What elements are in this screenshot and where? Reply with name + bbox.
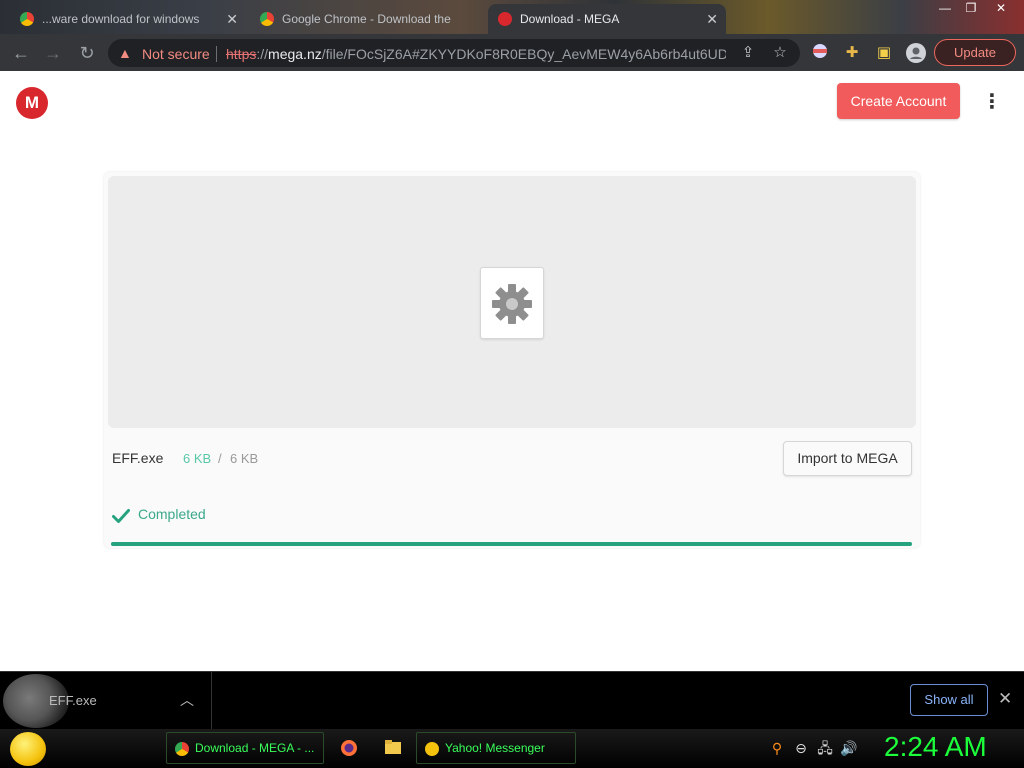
update-button[interactable]: Update (934, 39, 1016, 66)
gear-icon (492, 284, 532, 324)
warning-icon[interactable]: ▲ (118, 45, 132, 61)
downloaded-size: 6 KB (183, 451, 212, 466)
system-clock[interactable]: 2:24 AM (884, 731, 987, 763)
download-progress-bar (111, 542, 912, 546)
google-icon (20, 12, 34, 26)
total-size: 6 KB (230, 451, 259, 466)
file-preview-area (108, 176, 916, 428)
volume-icon[interactable]: 🔊 (840, 739, 858, 757)
tab-google-chrome[interactable]: Google Chrome - Download the (250, 4, 482, 34)
tab-title: Download - MEGA (520, 12, 620, 26)
url-text[interactable]: https://mega.nz/file/FOcSjZ6A#ZKYYDKoF8R… (226, 46, 726, 62)
url-host: mega.nz (268, 46, 322, 62)
chrome-icon (260, 12, 274, 26)
start-button-emoji-icon[interactable] (10, 732, 46, 766)
mega-logo[interactable]: M (16, 87, 48, 119)
maximize-icon[interactable]: ❐ (958, 0, 984, 16)
omnibox-divider (216, 46, 217, 62)
tab-title: ...ware download for windows (42, 12, 200, 26)
folder-icon[interactable] (384, 739, 402, 757)
taskbar-item-yahoo-messenger[interactable]: Yahoo! Messenger (416, 732, 576, 764)
profile-avatar-icon[interactable] (906, 43, 926, 63)
taskbar-item-label: Yahoo! Messenger (445, 741, 545, 755)
create-account-button[interactable]: Create Account (837, 83, 960, 119)
taskbar-item-label: Download - MEGA - ... (195, 741, 315, 755)
mega-favicon-icon (498, 12, 512, 26)
download-item-name: EFF.exe (49, 693, 97, 708)
minimize-icon[interactable]: — (932, 0, 958, 16)
close-tab-icon[interactable]: ✕ (706, 11, 718, 28)
download-shelf: EFF.exe ︿ Show all ✕ (0, 671, 1024, 730)
close-shelf-icon[interactable]: ✕ (998, 689, 1012, 709)
file-download-card: EFF.exe 6 KB / 6 KB Import to MEGA Compl… (104, 172, 920, 548)
chevron-up-icon[interactable]: ︿ (180, 690, 194, 710)
yahoo-messenger-icon (425, 741, 439, 756)
download-progress-fill (111, 542, 912, 546)
search-icon[interactable]: ⚲ (768, 739, 786, 757)
tab-software-download[interactable]: ...ware download for windows ✕ (10, 4, 246, 34)
network-icon[interactable]: 🖧 (816, 739, 834, 757)
browser-toolbar: ← → ↻ ▲ Not secure https://mega.nz/file/… (0, 34, 1024, 71)
browser-tab-strip: ...ware download for windows ✕ Google Ch… (0, 0, 1024, 34)
reload-icon[interactable]: ↻ (76, 42, 98, 64)
chrome-icon (175, 741, 189, 756)
url-scheme: https (226, 46, 257, 62)
forward-icon[interactable]: → (42, 42, 64, 64)
bookmark-star-icon[interactable]: ☆ (770, 43, 790, 63)
extensions-puzzle-icon[interactable]: ✚ (842, 43, 862, 63)
size-separator: / (218, 451, 222, 466)
minus-circle-icon[interactable]: ⊖ (792, 739, 810, 757)
url-path: /file/FOcSjZ6A#ZKYYDKoF8R0EBQy_AevMEW4y6… (321, 46, 726, 62)
download-item[interactable]: EFF.exe ︿ (0, 672, 212, 730)
show-all-button[interactable]: Show all (910, 684, 988, 716)
close-window-icon[interactable]: ✕ (988, 0, 1014, 16)
close-tab-icon[interactable]: ✕ (226, 11, 238, 28)
address-bar[interactable]: ▲ Not secure https://mega.nz/file/FOcSjZ… (108, 39, 800, 67)
mega-page: M Create Account ⋮ EFF.exe 6 KB / 6 KB I… (0, 71, 1024, 671)
side-panel-icon[interactable]: ▣ (874, 43, 894, 63)
checkmark-icon (112, 509, 130, 523)
taskbar-item-chrome[interactable]: Download - MEGA - ... (166, 732, 324, 764)
firefox-icon[interactable] (340, 739, 358, 757)
share-icon[interactable]: ⇪ (738, 43, 758, 63)
security-status[interactable]: Not secure (142, 46, 210, 62)
profile-extension-icon[interactable] (810, 43, 830, 63)
tab-download-mega[interactable]: Download - MEGA ✕ (488, 4, 726, 34)
download-status: Completed (138, 506, 206, 522)
file-type-thumbnail (480, 267, 544, 339)
file-name: EFF.exe (112, 450, 164, 466)
import-to-mega-button[interactable]: Import to MEGA (783, 441, 912, 476)
more-options-icon[interactable]: ⋮ (982, 91, 1002, 113)
taskbar: Download - MEGA - ... Yahoo! Messenger ⚲… (0, 729, 1024, 768)
tab-title: Google Chrome - Download the (282, 12, 451, 26)
back-icon[interactable]: ← (10, 42, 32, 64)
